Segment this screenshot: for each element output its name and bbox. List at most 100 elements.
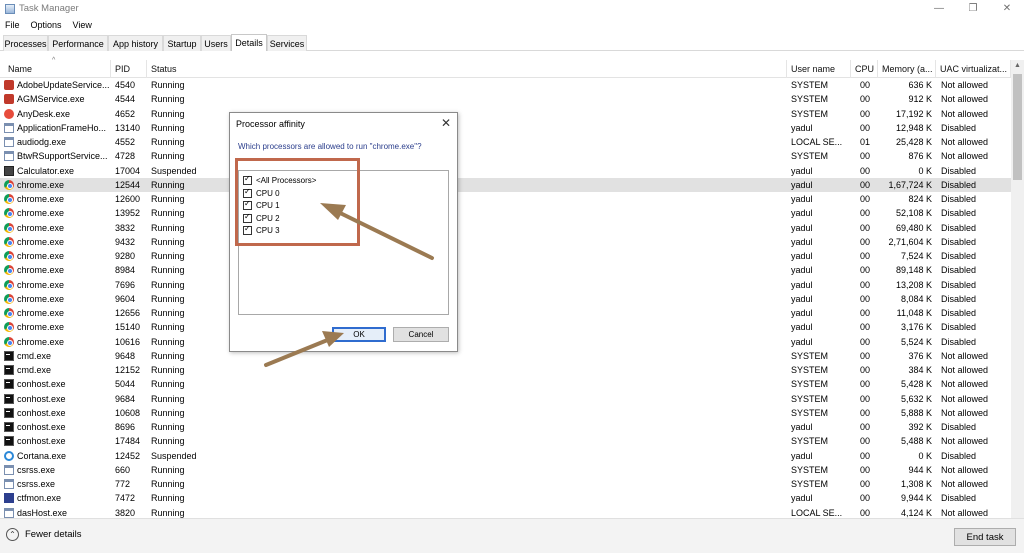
col-status[interactable]: Status xyxy=(147,60,787,78)
table-row[interactable]: chrome.exe 12600 Running yadul 00 824 K Disabl… xyxy=(0,192,1011,206)
minimize-button[interactable]: — xyxy=(922,0,956,17)
process-name: chrome.exe xyxy=(17,322,65,333)
process-user: yadul xyxy=(791,222,813,233)
process-cpu: 00 xyxy=(860,236,871,247)
maximize-button[interactable]: ❐ xyxy=(956,0,990,17)
annotation-highlight-box xyxy=(235,158,360,246)
tab-startup[interactable]: Startup xyxy=(163,35,201,51)
process-cpu: 01 xyxy=(860,137,871,147)
process-name: AdobeUpdateService... xyxy=(17,80,109,90)
table-row[interactable]: ApplicationFrameHo... 13140 Running yadul 00… xyxy=(0,121,1011,135)
process-pid: 10608 xyxy=(115,407,141,418)
menu-view[interactable]: View xyxy=(73,20,92,30)
process-memory: 5,888 K xyxy=(900,407,932,418)
process-uac: Not allowed xyxy=(941,108,989,119)
table-row[interactable]: chrome.exe 12544 Running yadul 00 1,67,724 K D… xyxy=(0,177,1011,192)
process-uac: Disabled xyxy=(941,251,977,261)
process-status: Running xyxy=(151,493,185,504)
tab-details[interactable]: Details xyxy=(231,34,267,51)
tab-app-history[interactable]: App history xyxy=(108,35,163,51)
process-cpu: 00 xyxy=(860,208,871,219)
table-row[interactable]: conhost.exe 17484 Running SYSTEM 00 5,488 K No… xyxy=(0,434,1011,448)
tab-bar: Processes Performance App history Startu… xyxy=(0,34,1024,51)
table-row[interactable]: chrome.exe 9604 Running yadul 00 8,084 K Disab… xyxy=(0,292,1011,306)
vertical-scrollbar[interactable]: ▲ xyxy=(1011,60,1024,518)
table-row[interactable]: ctfmon.exe 7472 Running yadul 00 9,944 K Disab… xyxy=(0,491,1011,505)
process-cpu: 00 xyxy=(860,422,871,432)
fewer-details-button[interactable]: ⌃ Fewer details xyxy=(6,528,82,541)
process-status: Running xyxy=(151,122,185,133)
process-uac: Disabled xyxy=(941,179,977,190)
process-cpu: 00 xyxy=(860,393,871,404)
tab-users[interactable]: Users xyxy=(201,35,231,51)
process-user: SYSTEM xyxy=(791,379,829,390)
process-pid: 17004 xyxy=(115,165,141,176)
table-row[interactable]: conhost.exe 10608 Running SYSTEM 00 5,888 K No… xyxy=(0,406,1011,420)
process-uac: Not allowed xyxy=(941,350,989,361)
tab-performance[interactable]: Performance xyxy=(48,35,108,51)
process-name: chrome.exe xyxy=(17,179,65,190)
col-name[interactable]: Name xyxy=(4,60,111,78)
ctfmon-icon xyxy=(4,493,14,504)
table-row[interactable]: chrome.exe 3832 Running yadul 00 69,480 K Disa… xyxy=(0,221,1011,235)
process-cpu: 00 xyxy=(860,94,871,105)
process-name: chrome.exe xyxy=(17,236,65,247)
table-row[interactable]: conhost.exe 5044 Running SYSTEM 00 5,428 K Not… xyxy=(0,377,1011,391)
tab-processes[interactable]: Processes xyxy=(3,35,48,51)
close-button[interactable]: ✕ xyxy=(990,0,1024,17)
process-name: chrome.exe xyxy=(17,336,65,347)
process-pid: 8984 xyxy=(115,265,136,276)
scrollbar-thumb[interactable] xyxy=(1013,74,1022,180)
col-cpu[interactable]: CPU xyxy=(851,60,878,78)
table-row[interactable]: chrome.exe 15140 Running yadul 00 3,176 K Disa… xyxy=(0,320,1011,334)
menu-file[interactable]: File xyxy=(5,20,20,30)
table-row[interactable]: chrome.exe 9280 Running yadul 00 7,524 K Disab… xyxy=(0,249,1011,263)
table-row[interactable]: cmd.exe 9648 Running SYSTEM 00 376 K Not allow… xyxy=(0,349,1011,363)
process-status: Running xyxy=(151,507,185,518)
table-row[interactable]: Calculator.exe 17004 Suspended yadul 00 0 K Di… xyxy=(0,164,1011,178)
scroll-up-icon[interactable]: ▲ xyxy=(1011,60,1024,72)
table-row[interactable]: chrome.exe 12656 Running yadul 00 11,048 K Dis… xyxy=(0,306,1011,320)
table-row[interactable]: chrome.exe 8984 Running yadul 00 89,148 K Disa… xyxy=(0,263,1011,277)
table-row[interactable]: conhost.exe 9684 Running SYSTEM 00 5,632 K Not… xyxy=(0,392,1011,406)
table-row[interactable]: AdobeUpdateService... 4540 Running SYSTEM 00… xyxy=(0,78,1011,92)
table-row[interactable]: audiodg.exe 4552 Running LOCAL SE... 01 25,42… xyxy=(0,135,1011,149)
table-row[interactable]: dasHost.exe 3820 Running LOCAL SE... 00 4,124… xyxy=(0,506,1011,519)
table-row[interactable]: csrss.exe 660 Running SYSTEM 00 944 K Not allo… xyxy=(0,463,1011,477)
process-cpu: 00 xyxy=(860,279,871,290)
menu-options[interactable]: Options xyxy=(31,20,62,30)
table-row[interactable]: chrome.exe 7696 Running yadul 00 13,208 K Disa… xyxy=(0,278,1011,292)
table-row[interactable]: AGMService.exe 4544 Running SYSTEM 00 912 K No… xyxy=(0,92,1011,106)
dialog-close-icon[interactable]: ✕ xyxy=(441,116,451,130)
process-user: LOCAL SE... xyxy=(791,507,843,518)
table-row[interactable]: BtwRSupportService... 4728 Running SYSTEM 00… xyxy=(0,149,1011,163)
table-row[interactable]: cmd.exe 12152 Running SYSTEM 00 384 K Not allo… xyxy=(0,363,1011,377)
process-cpu: 00 xyxy=(860,365,871,375)
col-uac[interactable]: UAC virtualizat... xyxy=(936,60,1011,78)
process-memory: 12,948 K xyxy=(895,122,932,133)
table-row[interactable]: AnyDesk.exe 4652 Running SYSTEM 00 17,192 K No… xyxy=(0,107,1011,121)
process-pid: 9280 xyxy=(115,251,136,261)
process-user: SYSTEM xyxy=(791,393,829,404)
process-user: yadul xyxy=(791,122,813,133)
col-memory[interactable]: Memory (a... xyxy=(878,60,936,78)
fewer-details-label: Fewer details xyxy=(25,529,82,540)
process-memory: 376 K xyxy=(908,350,932,361)
table-row[interactable]: chrome.exe 9432 Running yadul 00 2,71,604 K Di… xyxy=(0,235,1011,249)
tab-services[interactable]: Services xyxy=(267,35,307,51)
process-pid: 4544 xyxy=(115,94,136,105)
col-user-name[interactable]: User name xyxy=(787,60,851,78)
process-pid: 9432 xyxy=(115,236,136,247)
process-pid: 3820 xyxy=(115,507,136,518)
table-row[interactable]: csrss.exe 772 Running SYSTEM 00 1,308 K Not al… xyxy=(0,477,1011,491)
cancel-button[interactable]: Cancel xyxy=(393,327,449,342)
process-uac: Not allowed xyxy=(941,379,989,390)
process-user: yadul xyxy=(791,450,813,461)
end-task-button[interactable]: End task xyxy=(954,528,1016,546)
col-pid[interactable]: PID xyxy=(111,60,147,78)
table-row[interactable]: chrome.exe 10616 Running yadul 00 5,524 K Disa… xyxy=(0,335,1011,349)
table-row[interactable]: conhost.exe 8696 Running yadul 00 392 K Disabl… xyxy=(0,420,1011,434)
table-row[interactable]: chrome.exe 13952 Running yadul 00 52,108 K Dis… xyxy=(0,206,1011,220)
table-row[interactable]: Cortana.exe 12452 Suspended yadul 00 0 K Disab… xyxy=(0,449,1011,463)
ok-button[interactable]: OK xyxy=(332,327,386,342)
